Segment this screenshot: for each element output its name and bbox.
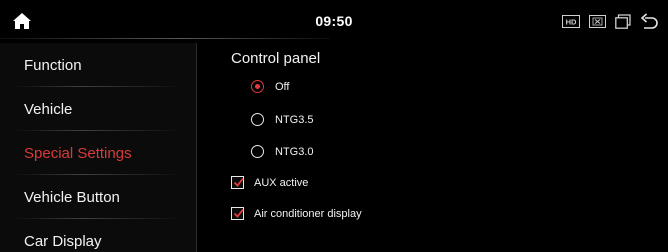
sidebar-item-label: Car Display (24, 232, 102, 250)
status-icons: HD (562, 12, 658, 30)
checkbox-aux-active[interactable]: AUX active (231, 176, 308, 189)
app-screen: 09:50 HD Function Vehicle Special Settin… (0, 0, 668, 252)
radio-selected-icon[interactable] (251, 80, 264, 93)
settings-panel: Control panel Off NTG3.5 NTG3.0 AUX acti… (197, 43, 668, 252)
radio-label: NTG3.0 (275, 145, 314, 158)
sidebar-item-special-settings[interactable]: Special Settings (0, 131, 196, 175)
sidebar-item-car-display[interactable]: Car Display (0, 219, 196, 252)
status-bar: 09:50 HD (0, 0, 668, 40)
back-icon[interactable] (640, 13, 658, 29)
radio-option-ntg3-0[interactable]: NTG3.0 (251, 145, 314, 158)
close-box-icon[interactable] (589, 14, 606, 28)
radio-label: NTG3.5 (275, 113, 314, 126)
sidebar-item-function[interactable]: Function (0, 43, 196, 87)
sidebar-item-label: Special Settings (24, 144, 132, 162)
radio-unselected-icon[interactable] (251, 145, 264, 158)
sidebar-item-label: Vehicle Button (24, 188, 120, 206)
hd-label: HD (566, 17, 577, 26)
checkbox-checked-icon[interactable] (231, 176, 244, 189)
status-bar-divider (0, 38, 330, 39)
sidebar-item-label: Function (24, 56, 82, 74)
checkbox-air-conditioner-display[interactable]: Air conditioner display (231, 207, 362, 220)
sidebar-item-vehicle-button[interactable]: Vehicle Button (0, 175, 196, 219)
hd-icon[interactable]: HD (562, 14, 580, 28)
radio-option-ntg3-5[interactable]: NTG3.5 (251, 113, 314, 126)
radio-unselected-icon[interactable] (251, 113, 264, 126)
checkbox-label: AUX active (254, 176, 309, 189)
window-icon[interactable] (615, 13, 631, 29)
checkbox-label: Air conditioner display (254, 207, 362, 220)
radio-option-off[interactable]: Off (251, 80, 289, 93)
radio-label: Off (275, 80, 290, 93)
checkbox-checked-icon[interactable] (231, 207, 244, 220)
sidebar-item-label: Vehicle (24, 100, 73, 118)
sidebar-item-vehicle[interactable]: Vehicle (0, 87, 196, 131)
sidebar: Function Vehicle Special Settings Vehicl… (0, 43, 196, 252)
section-title: Control panel (231, 50, 321, 67)
